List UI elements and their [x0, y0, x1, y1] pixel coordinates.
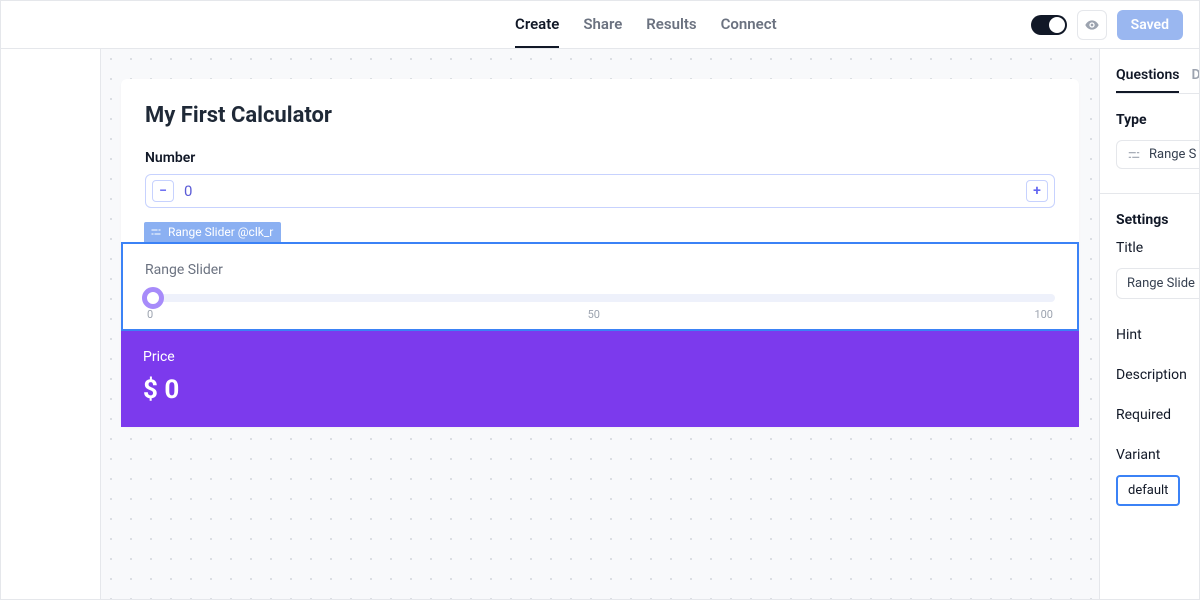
eye-button[interactable]	[1077, 10, 1107, 40]
eye-icon	[1084, 17, 1100, 33]
tab-share[interactable]: Share	[583, 1, 622, 48]
top-bar: Create Share Results Connect Saved	[1, 1, 1199, 49]
tick-min: 0	[147, 308, 153, 321]
left-gutter	[1, 49, 101, 599]
number-stepper[interactable]: − 0 +	[145, 174, 1055, 208]
properties-panel: Questions D Type Range S Settings Title …	[1099, 49, 1199, 599]
settings-heading: Settings	[1116, 212, 1199, 228]
tick-mid: 50	[588, 308, 600, 321]
saved-button[interactable]: Saved	[1117, 10, 1183, 40]
selection-tag-text: Range Slider @clk_r	[168, 225, 273, 239]
prop-title-input[interactable]: Range Slide	[1116, 268, 1199, 299]
panel-tabs: Questions D	[1116, 67, 1199, 94]
prop-variant-label: Variant	[1116, 447, 1199, 463]
selection-tag[interactable]: Range Slider @clk_r	[144, 222, 281, 242]
number-label: Number	[145, 150, 1055, 166]
prop-hint-label: Hint	[1116, 327, 1199, 343]
price-label: Price	[143, 349, 1057, 365]
type-value: Range S	[1149, 147, 1196, 162]
range-slider-element[interactable]: Range Slider 0 50 100	[121, 242, 1079, 331]
type-selector[interactable]: Range S	[1116, 140, 1199, 169]
number-value[interactable]: 0	[184, 182, 1016, 200]
sliders-icon	[150, 226, 162, 238]
canvas[interactable]: My First Calculator Number − 0 + Range S…	[101, 49, 1099, 599]
price-block: Price $ 0	[121, 331, 1079, 427]
sliders-icon	[1127, 148, 1141, 162]
range-slider[interactable]: 0 50 100	[145, 294, 1055, 321]
prop-title-label: Title	[1116, 240, 1199, 256]
panel-tab-questions[interactable]: Questions	[1116, 67, 1179, 93]
type-heading: Type	[1116, 112, 1199, 128]
number-increment[interactable]: +	[1026, 180, 1048, 202]
preview-toggle[interactable]	[1031, 15, 1067, 35]
prop-required-label: Required	[1116, 407, 1199, 423]
calculator-title: My First Calculator	[145, 103, 1055, 128]
slider-ticks: 0 50 100	[145, 308, 1055, 321]
panel-tab-secondary[interactable]: D	[1191, 67, 1199, 93]
tick-max: 100	[1034, 308, 1053, 321]
tab-results[interactable]: Results	[646, 1, 696, 48]
prop-variant-input[interactable]: default	[1116, 475, 1180, 506]
tab-create[interactable]: Create	[515, 1, 559, 48]
main-tabs: Create Share Results Connect	[515, 1, 777, 48]
number-decrement[interactable]: −	[152, 180, 174, 202]
price-value: $ 0	[143, 375, 1057, 405]
slider-thumb[interactable]	[142, 287, 164, 309]
tab-connect[interactable]: Connect	[721, 1, 777, 48]
slider-track[interactable]	[145, 294, 1055, 302]
range-title: Range Slider	[145, 262, 1055, 278]
calculator-card[interactable]: My First Calculator Number − 0 + Range S…	[121, 79, 1079, 427]
divider	[1100, 193, 1199, 194]
prop-description-label: Description	[1116, 367, 1199, 383]
